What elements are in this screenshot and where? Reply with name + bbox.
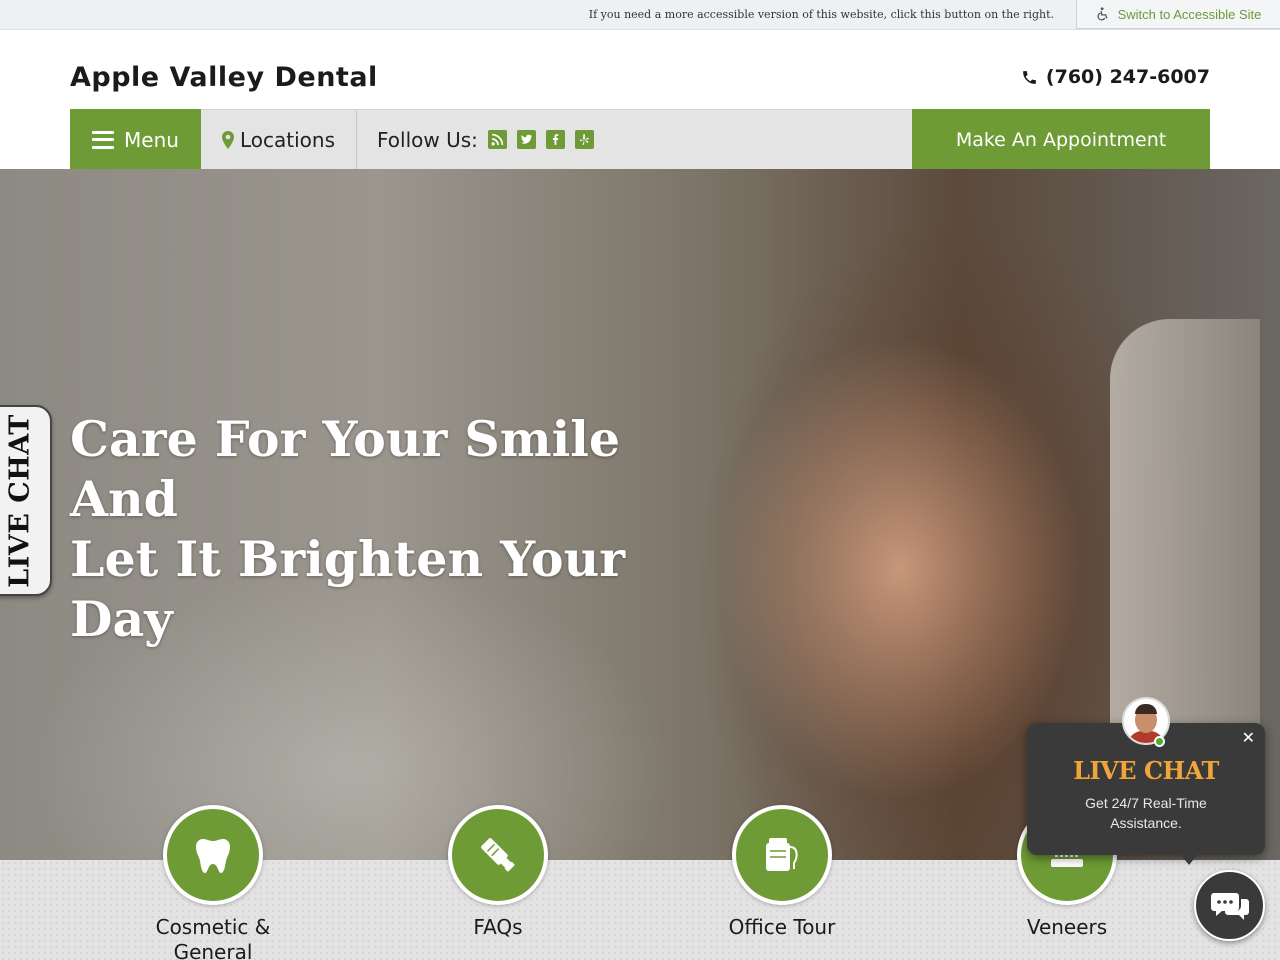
menu-label: Menu [124, 127, 179, 152]
facebook-icon[interactable] [545, 130, 565, 149]
chat-popup-title: LIVE CHAT [1073, 756, 1219, 785]
twitter-icon[interactable] [516, 130, 536, 149]
service-label-line-1: Office Tour [728, 915, 836, 939]
service-label-line-1: FAQs [473, 915, 523, 939]
phone-number: (760) 247-6007 [1045, 66, 1210, 88]
service-label: Office Tour [682, 915, 882, 940]
map-pin-icon [221, 130, 234, 149]
service-circle [448, 805, 548, 905]
site-title[interactable]: Apple Valley Dental [70, 62, 378, 93]
hero-headline-line-2: Let It Brighten Your Day [70, 530, 626, 648]
wheelchair-icon [1097, 7, 1108, 21]
hero-headline-line-1: Care For Your Smile And [70, 410, 621, 528]
live-chat-popup[interactable]: ✕ LIVE CHAT Get 24/7 Real-Time Assistanc… [1027, 697, 1265, 865]
online-status-dot [1154, 736, 1165, 747]
open-chat-button[interactable] [1194, 870, 1265, 941]
service-label-line-1: Veneers [1026, 915, 1108, 939]
yelp-icon[interactable] [574, 130, 594, 149]
locations-link[interactable]: Locations [201, 110, 357, 169]
tooth-icon [196, 839, 230, 873]
switch-accessible-button[interactable]: Switch to Accessible Site [1076, 0, 1280, 29]
service-label: FAQs [398, 915, 598, 940]
phone-link[interactable]: (760) 247-6007 [1021, 66, 1210, 88]
service-label-line-1: Cosmetic & [155, 915, 271, 939]
accessibility-notice: If you need a more accessible version of… [588, 8, 1054, 21]
toothpaste-icon [481, 838, 515, 872]
hero-headline: Care For Your Smile And Let It Brighten … [70, 409, 710, 649]
side-live-chat-label: LIVE CHAT [4, 413, 36, 588]
main-navbar: Menu Locations Follow Us: Make An Appoin… [70, 109, 1210, 170]
hamburger-icon [92, 130, 115, 149]
phone-icon [1023, 70, 1036, 84]
close-icon[interactable]: ✕ [1242, 728, 1255, 747]
make-appointment-button[interactable]: Make An Appointment [912, 109, 1210, 170]
accessibility-bar: If you need a more accessible version of… [0, 0, 1280, 30]
floss-icon [766, 838, 798, 871]
locations-label: Locations [239, 127, 335, 152]
service-circle [732, 805, 832, 905]
service-label: Veneers [967, 915, 1167, 940]
follow-us: Follow Us: [377, 110, 594, 169]
menu-button[interactable]: Menu [70, 109, 201, 170]
service-label-line-2: General [173, 940, 253, 960]
chat-popup-subtitle: Get 24/7 Real-Time Assistance. [1085, 795, 1207, 831]
service-label: Cosmetic & General [113, 915, 313, 960]
service-circle [163, 805, 263, 905]
chat-bubbles-icon [1210, 892, 1249, 920]
follow-label: Follow Us: [377, 127, 478, 152]
rss-icon[interactable] [487, 130, 507, 149]
side-live-chat-tab[interactable]: LIVE CHAT [0, 405, 52, 596]
switch-accessible-label: Switch to Accessible Site [1117, 6, 1262, 22]
